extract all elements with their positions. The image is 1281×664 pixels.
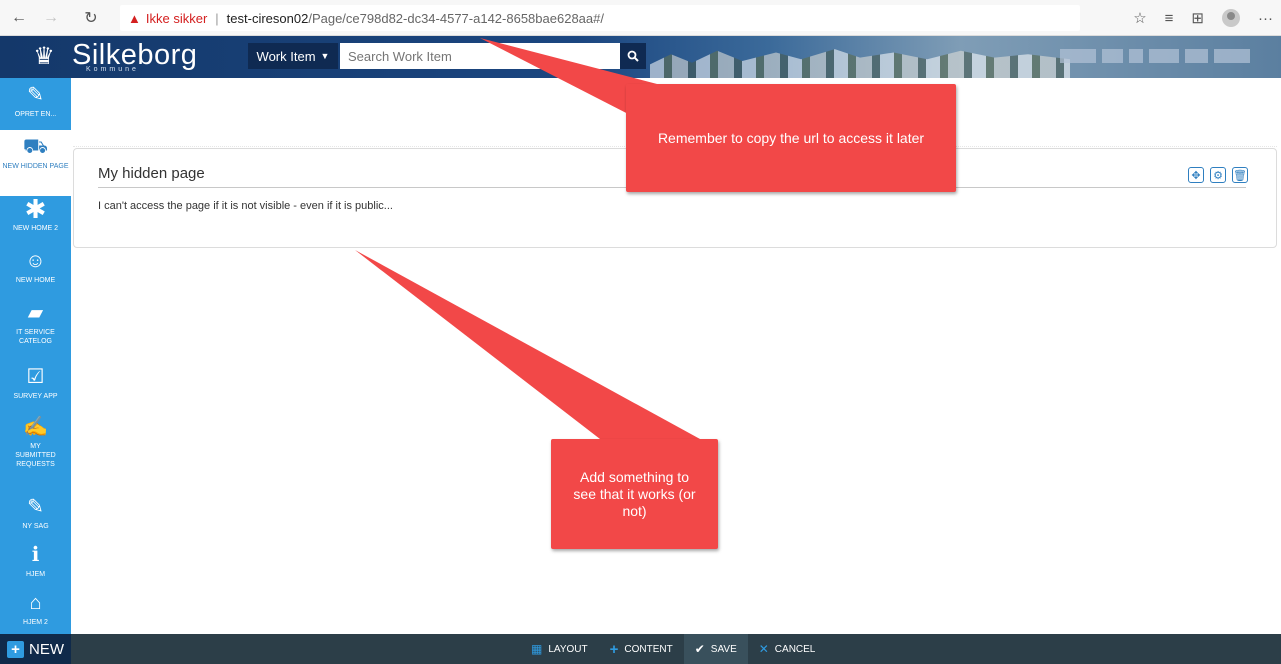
url-path: /Page/ce798d82-dc34-4577-a142-8658bae628… xyxy=(308,10,604,26)
annotation-bottom: Add something to see that it works (or n… xyxy=(551,439,718,549)
search-input[interactable] xyxy=(340,43,620,69)
sidebar-item-new-home[interactable]: ☺ NEW HOME xyxy=(0,250,71,296)
save-label: SAVE xyxy=(710,643,737,655)
user-menu-blurred[interactable] xyxy=(1060,49,1251,63)
widget-title: My hidden page xyxy=(98,165,205,182)
delete-button[interactable]: 🗑 xyxy=(1232,167,1248,183)
annotation-bottom-text: Add something to see that it works (or n… xyxy=(573,468,696,519)
sidebar-item-new-home-2[interactable]: ✱ NEW HOME 2 xyxy=(0,194,71,244)
url-separator: | xyxy=(215,10,219,26)
move-icon: ✥ xyxy=(1191,169,1201,182)
layout-button[interactable]: ▦ LAYOUT xyxy=(520,634,599,664)
move-button[interactable]: ✥ xyxy=(1188,167,1204,183)
sidebar-item-my-submitted-requests[interactable]: ✍ MY SUBMITTED REQUESTS xyxy=(0,416,71,484)
asterisk-icon: ✱ xyxy=(24,194,47,224)
sidebar-item-label: OPRET EN... xyxy=(14,111,57,118)
check-icon: ✔ xyxy=(694,642,705,656)
page-edit-actions: ▦ LAYOUT + CONTENT ✔ SAVE ✕ CANCEL xyxy=(520,634,826,664)
plus-icon: + xyxy=(7,640,24,658)
logo-subtitle: Kommune xyxy=(86,66,139,73)
annotation-top: Remember to copy the url to access it la… xyxy=(626,84,956,192)
new-label: NEW xyxy=(29,640,64,658)
sidebar-item-label: MY SUBMITTED REQUESTS xyxy=(15,443,56,468)
trash-icon: 🗑 xyxy=(1233,169,1247,182)
sidebar-item-label: NEW HOME xyxy=(15,277,56,284)
bottom-callout-pointer xyxy=(355,250,700,439)
ambulance-icon: ⛟ xyxy=(22,136,49,158)
sidebar-item-new-hidden-page[interactable]: ⛟ NEW HIDDEN PAGE xyxy=(0,130,71,196)
sidebar-item-label: HJEM xyxy=(25,571,46,578)
checkbox-icon: ☑ xyxy=(26,366,45,388)
sidebar: ✎ OPRET EN... ⛟ NEW HIDDEN PAGE ✱ NEW HO… xyxy=(0,78,71,634)
gear-icon: ⚙ xyxy=(1213,169,1223,182)
content-label: CONTENT xyxy=(624,643,673,655)
app-header: ♛ Silkeborg Kommune Work Item ▼ xyxy=(0,36,1281,78)
layout-icon: ▦ xyxy=(531,642,543,656)
sidebar-item-hjem-2[interactable]: ⌂ HJEM 2 xyxy=(0,592,71,634)
sidebar-item-label: NY SAG xyxy=(22,523,49,530)
smile-icon: ☺ xyxy=(25,250,46,272)
info-icon: ℹ xyxy=(31,544,40,566)
cancel-button[interactable]: ✕ CANCEL xyxy=(748,634,827,664)
pencil-icon: ✎ xyxy=(27,496,44,518)
new-button[interactable]: + NEW xyxy=(0,634,71,664)
favorite-star-icon[interactable]: ☆ xyxy=(1133,9,1146,27)
forward-button[interactable]: → xyxy=(38,5,64,31)
url-host: test-cireson02 xyxy=(226,10,309,26)
more-button[interactable]: ··· xyxy=(1258,10,1273,27)
not-secure-label: Ikke sikker xyxy=(145,10,208,26)
sidebar-item-opret-en[interactable]: ✎ OPRET EN... xyxy=(0,84,71,130)
sidebar-item-ny-sag[interactable]: ✎ NY SAG xyxy=(0,496,71,540)
content-button[interactable]: + CONTENT xyxy=(599,634,684,664)
book-icon: ▰ xyxy=(27,302,44,324)
profile-avatar[interactable] xyxy=(1222,9,1240,27)
save-button[interactable]: ✔ SAVE xyxy=(683,634,748,664)
layout-label: LAYOUT xyxy=(548,643,588,655)
favorites-list-icon[interactable]: ≡ xyxy=(1165,10,1174,27)
address-bar[interactable]: ▲ Ikke sikker | test-cireson02/Page/ce79… xyxy=(120,5,1080,31)
work-item-dropdown[interactable]: Work Item ▼ xyxy=(248,43,338,69)
back-button[interactable]: ← xyxy=(6,5,32,31)
home-icon: ⌂ xyxy=(29,592,42,614)
collections-icon[interactable]: ⊞ xyxy=(1191,9,1204,27)
sidebar-item-label: NEW HOME 2 xyxy=(12,225,59,232)
bottom-action-bar: + NEW ▦ LAYOUT + CONTENT ✔ SAVE ✕ CANCEL xyxy=(0,634,1281,664)
close-icon: ✕ xyxy=(758,642,769,656)
caret-down-icon: ▼ xyxy=(320,51,330,61)
search-button[interactable] xyxy=(620,43,646,69)
sidebar-item-survey-app[interactable]: ☑ SURVEY APP xyxy=(0,366,71,412)
pencil-icon: ✎ xyxy=(27,84,44,106)
sidebar-item-it-service-catelog[interactable]: ▰ IT SERVICE CATELOG xyxy=(0,302,71,358)
cancel-label: CANCEL xyxy=(774,643,816,655)
browser-actions: ☆ ≡ ⊞ ··· xyxy=(1133,0,1273,36)
widget-toolbar: ✥ ⚙ 🗑 xyxy=(1188,167,1248,183)
settings-button[interactable]: ⚙ xyxy=(1210,167,1226,183)
coat-of-arms-icon: ♛ xyxy=(33,43,55,70)
sidebar-item-label: HJEM 2 xyxy=(23,619,48,626)
edit-icon: ✍ xyxy=(23,416,48,438)
search-icon xyxy=(627,50,639,62)
sidebar-item-label: NEW HIDDEN PAGE xyxy=(2,163,69,170)
sidebar-item-hjem[interactable]: ℹ HJEM xyxy=(0,544,71,588)
sidebar-item-label: IT SERVICE CATELOG xyxy=(16,329,55,345)
plus-icon: + xyxy=(609,640,619,658)
header-banner-image xyxy=(650,49,1070,78)
warning-icon: ▲ xyxy=(128,10,141,26)
annotation-top-text: Remember to copy the url to access it la… xyxy=(657,129,925,146)
work-item-label: Work Item xyxy=(256,48,316,64)
sidebar-item-label: SURVEY APP xyxy=(13,393,58,400)
browser-toolbar: ← → ↻ ▲ Ikke sikker | test-cireson02/Pag… xyxy=(0,0,1281,36)
refresh-button[interactable]: ↻ xyxy=(78,5,104,31)
widget-body-text: I can't access the page if it is not vis… xyxy=(98,200,393,212)
